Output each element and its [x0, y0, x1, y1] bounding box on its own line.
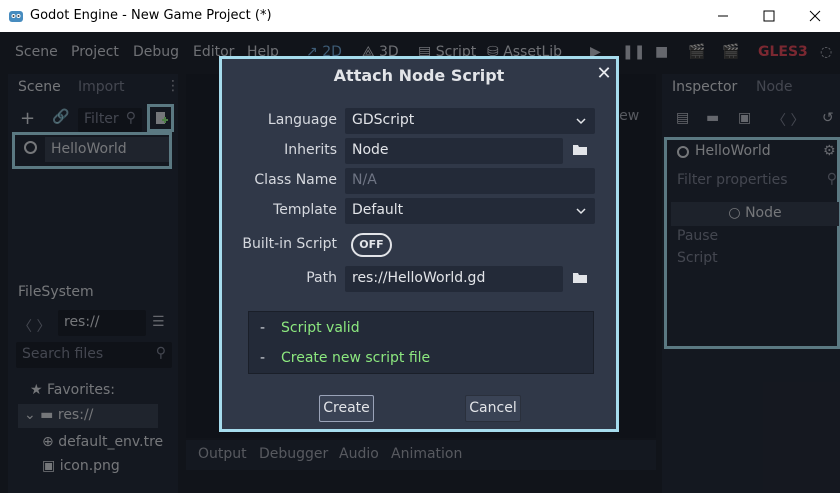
minimize-button[interactable]: [700, 0, 746, 32]
window-title: Godot Engine - New Game Project (*): [30, 8, 272, 23]
cancel-button[interactable]: Cancel: [465, 395, 521, 422]
inherits-browse-button[interactable]: [572, 142, 590, 160]
maximize-button[interactable]: [746, 0, 792, 32]
inherits-field[interactable]: Node: [345, 138, 563, 164]
status-new-file: Create new script file: [281, 350, 431, 366]
script-status-box: - Script valid - Create new script file: [248, 311, 594, 374]
language-value: GDScript: [352, 112, 415, 128]
close-icon: ✕: [596, 63, 612, 84]
maximize-icon: [763, 10, 775, 22]
close-icon: [809, 10, 821, 22]
create-button[interactable]: Create: [319, 395, 374, 422]
window-title-bar: Godot Engine - New Game Project (*): [0, 0, 840, 32]
language-label: Language: [267, 112, 337, 128]
language-select[interactable]: GDScript: [345, 108, 595, 134]
template-select[interactable]: Default: [345, 198, 595, 224]
status-dash: -: [260, 350, 266, 366]
inherits-label: Inherits: [284, 142, 337, 158]
chevron-down-icon: [576, 118, 586, 125]
builtin-script-label: Built-in Script: [242, 236, 337, 252]
status-script-valid: Script valid: [281, 320, 360, 336]
attach-node-script-dialog: Attach Node Script ✕ Language GDScript I…: [219, 56, 619, 432]
godot-logo-icon: [8, 8, 24, 24]
path-browse-button[interactable]: [572, 270, 590, 288]
template-value: Default: [352, 202, 404, 218]
class-name-field: N/A: [345, 168, 595, 194]
chevron-down-icon: [576, 208, 586, 215]
status-dash: -: [260, 320, 266, 336]
dialog-close-button[interactable]: ✕: [594, 63, 614, 84]
minimize-icon: [718, 15, 728, 17]
path-label: Path: [306, 270, 337, 286]
template-label: Template: [273, 202, 337, 218]
class-name-label: Class Name: [254, 172, 337, 188]
builtin-script-toggle[interactable]: OFF: [351, 233, 392, 257]
close-window-button[interactable]: [792, 0, 838, 32]
folder-icon: [573, 145, 587, 155]
path-field[interactable]: res://HelloWorld.gd: [345, 266, 563, 292]
dialog-title: Attach Node Script: [333, 66, 505, 85]
folder-icon: [573, 273, 587, 283]
